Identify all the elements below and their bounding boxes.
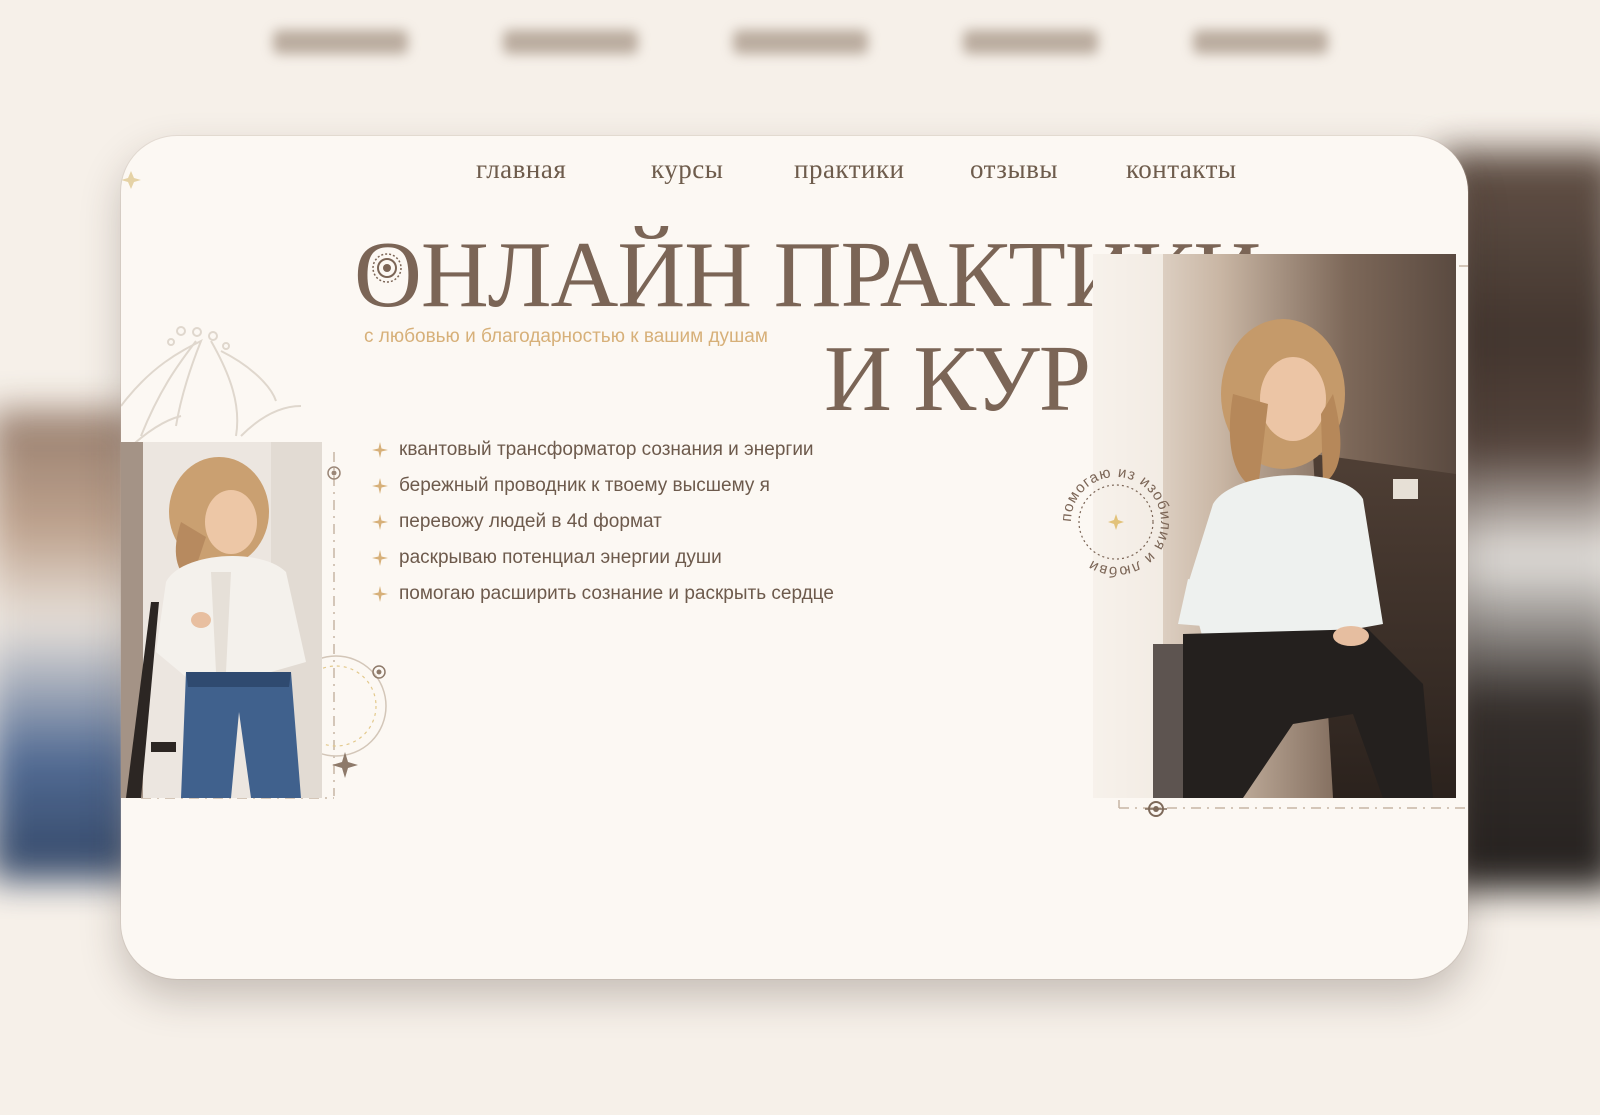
- nav-item-reviews[interactable]: отзывы: [970, 154, 1058, 185]
- blurred-nav: [0, 30, 1600, 54]
- feature-text: раскрываю потенциал энергии души: [399, 547, 722, 568]
- feature-text: помогаю расширить сознание и раскрыть се…: [399, 583, 834, 604]
- four-point-star-icon: [372, 550, 388, 566]
- photo-left: [121, 442, 322, 798]
- main-nav: главная курсы практики отзывы контакты: [121, 154, 1468, 204]
- hero-subtitle: с любовью и благодарностью к вашим душам: [364, 326, 768, 347]
- nav-item-practices[interactable]: практики: [794, 154, 905, 185]
- four-point-star-icon: [372, 514, 388, 530]
- list-item: квантовый трансформатор сознания и энерг…: [371, 432, 834, 468]
- feature-text: бережный проводник к твоему высшему я: [399, 475, 770, 496]
- list-item: бережный проводник к твоему высшему я: [371, 468, 834, 504]
- hero-card: главная курсы практики отзывы контакты О…: [121, 136, 1468, 979]
- feature-text: перевожу людей в 4d формат: [399, 511, 662, 532]
- feature-text: квантовый трансформатор сознания и энерг…: [399, 439, 814, 460]
- list-item: помогаю расширить сознание и раскрыть се…: [371, 576, 834, 612]
- nav-item-home[interactable]: главная: [476, 154, 566, 185]
- four-point-star-icon: [372, 442, 388, 458]
- four-point-star-icon: [372, 478, 388, 494]
- nav-item-courses[interactable]: курсы: [651, 154, 723, 185]
- photo-left-illustration: [121, 442, 322, 798]
- feature-list: квантовый трансформатор сознания и энерг…: [371, 432, 834, 612]
- blurred-photo-left: [0, 410, 140, 880]
- four-point-star-icon: [372, 586, 388, 602]
- nav-item-contacts[interactable]: контакты: [1126, 154, 1237, 185]
- list-item: раскрываю потенциал энергии души: [371, 540, 834, 576]
- list-item: перевожу людей в 4d формат: [371, 504, 834, 540]
- circular-text-badge: помогаю из изобилия и любви: [1058, 464, 1173, 580]
- sparkle-icon: [1108, 514, 1124, 530]
- mandala-circle-icon: [372, 253, 402, 283]
